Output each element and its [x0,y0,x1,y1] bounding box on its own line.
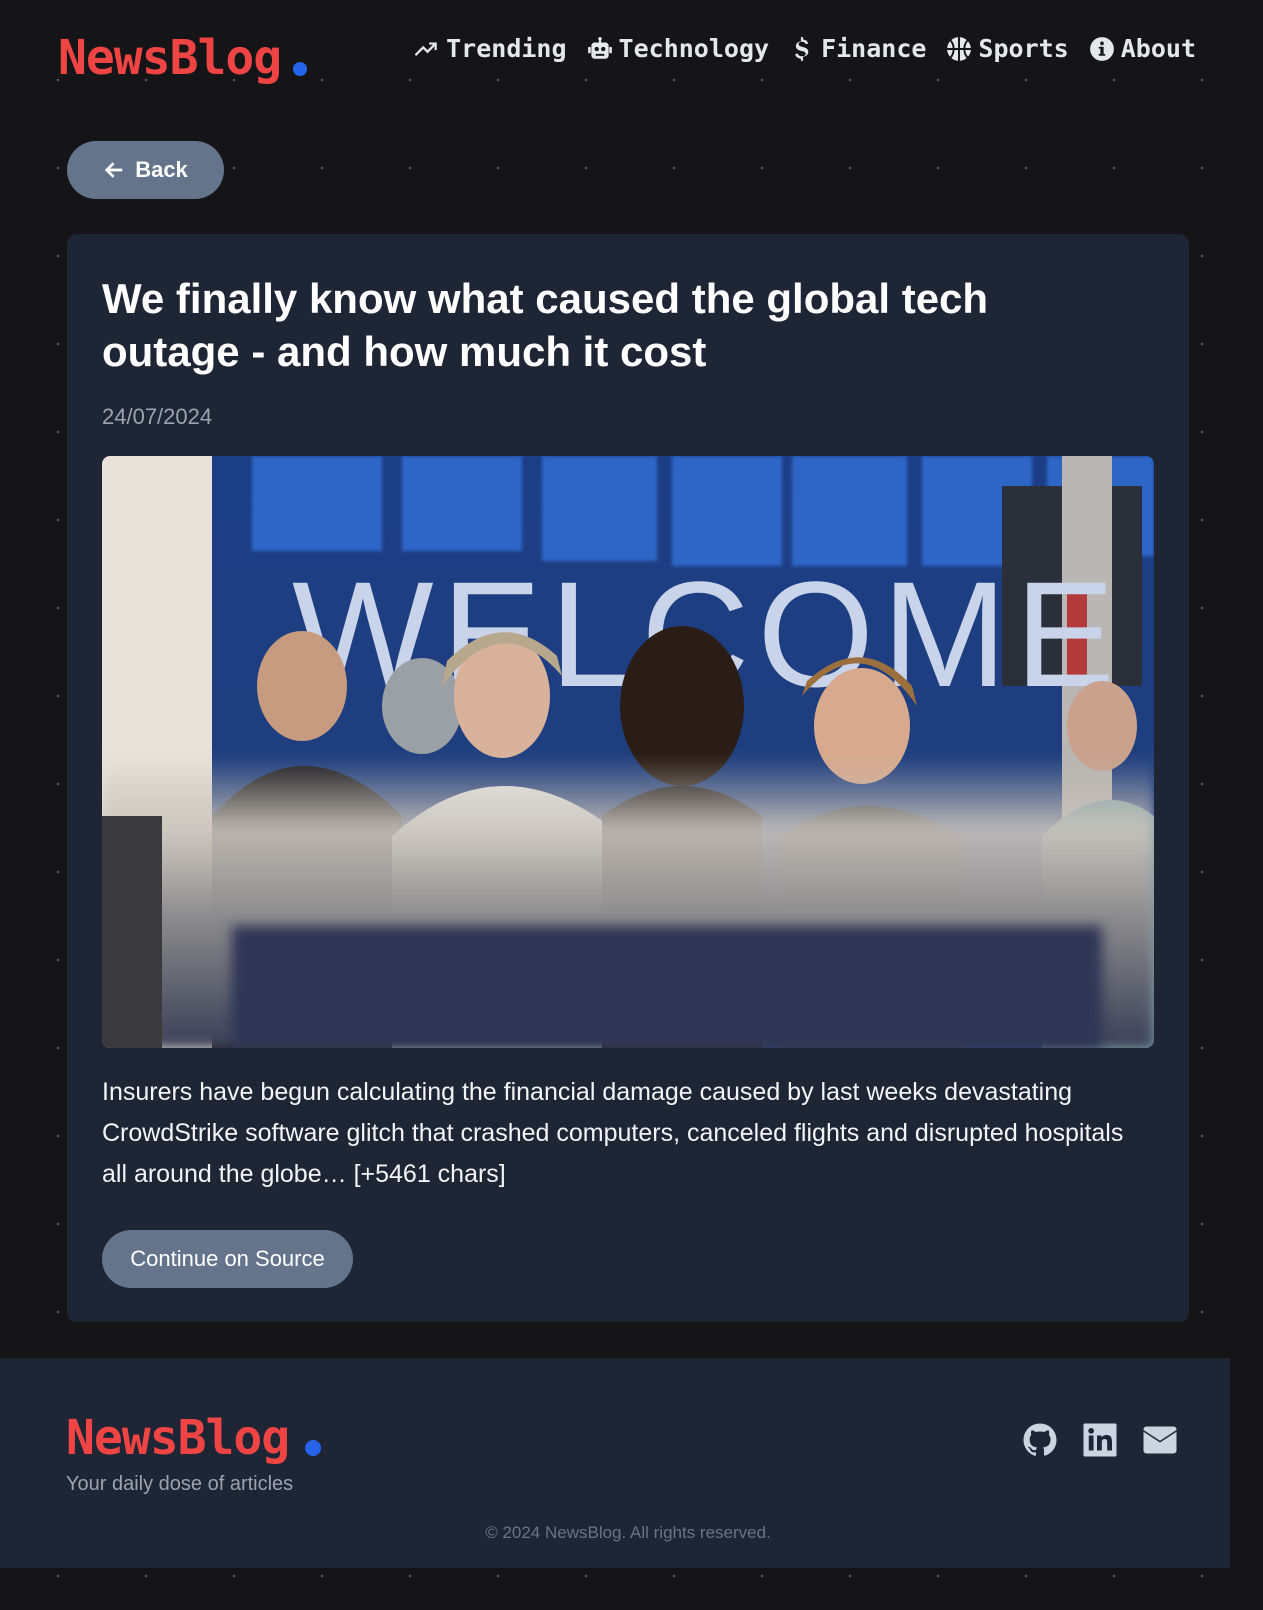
footer-logo-dot [305,1440,322,1456]
info-icon [1089,36,1114,61]
dollar-icon [795,36,809,61]
site-footer: NewsBlog Your daily dose of articles © 2… [0,1358,1230,1568]
logo-text[interactable]: NewsBlog [58,30,282,86]
main-nav: Trending Technology Finance Sports About [414,34,1196,63]
article-date: 24/07/2024 [102,404,213,429]
nav-label: About [1120,34,1196,63]
logo-dot [293,62,308,76]
basketball-icon [947,36,972,61]
footer-logo-text[interactable]: NewsBlog [66,1410,290,1466]
nav-item-sports[interactable]: Sports [946,34,1069,63]
site-logo[interactable]: NewsBlog [58,30,308,86]
email-link[interactable] [1142,1422,1178,1458]
arrow-left-icon [105,162,123,178]
source-button-label: Continue on Source [130,1246,325,1271]
linkedin-icon [1083,1423,1117,1457]
github-icon [1023,1423,1057,1456]
envelope-icon [1143,1426,1177,1454]
back-button[interactable]: Back [67,141,224,199]
article-title: We finally know what caused the global t… [102,275,989,375]
social-links [1022,1422,1178,1458]
continue-on-source-button[interactable]: Continue on Source [102,1230,353,1288]
nav-item-technology[interactable]: Technology [587,34,770,63]
back-button-label: Back [135,157,188,182]
nav-label: Sports [978,34,1069,63]
nav-item-about[interactable]: About [1089,34,1196,63]
airport-photo: WELCOME A [102,456,1154,1048]
linkedin-link[interactable] [1082,1422,1118,1458]
footer-tagline: Your daily dose of articles [66,1473,294,1495]
robot-icon [587,36,612,59]
nav-item-trending[interactable]: Trending [414,34,567,63]
nav-item-finance[interactable]: Finance [789,34,926,63]
article-image: WELCOME A [102,456,1154,1048]
trending-icon [414,42,437,56]
copyright-text: © 2024 NewsBlog. All rights reserved. [485,1523,771,1542]
article-summary: Insurers have begun calculating the fina… [102,1078,1124,1188]
github-link[interactable] [1022,1422,1058,1458]
site-header: NewsBlog Trending Technology Finance Spo… [0,0,1230,110]
article-card: We finally know what caused the global t… [67,234,1189,1322]
nav-label: Finance [821,34,927,63]
nav-label: Trending [446,34,567,63]
footer-logo[interactable]: NewsBlog [66,1410,322,1466]
nav-label: Technology [618,34,770,63]
